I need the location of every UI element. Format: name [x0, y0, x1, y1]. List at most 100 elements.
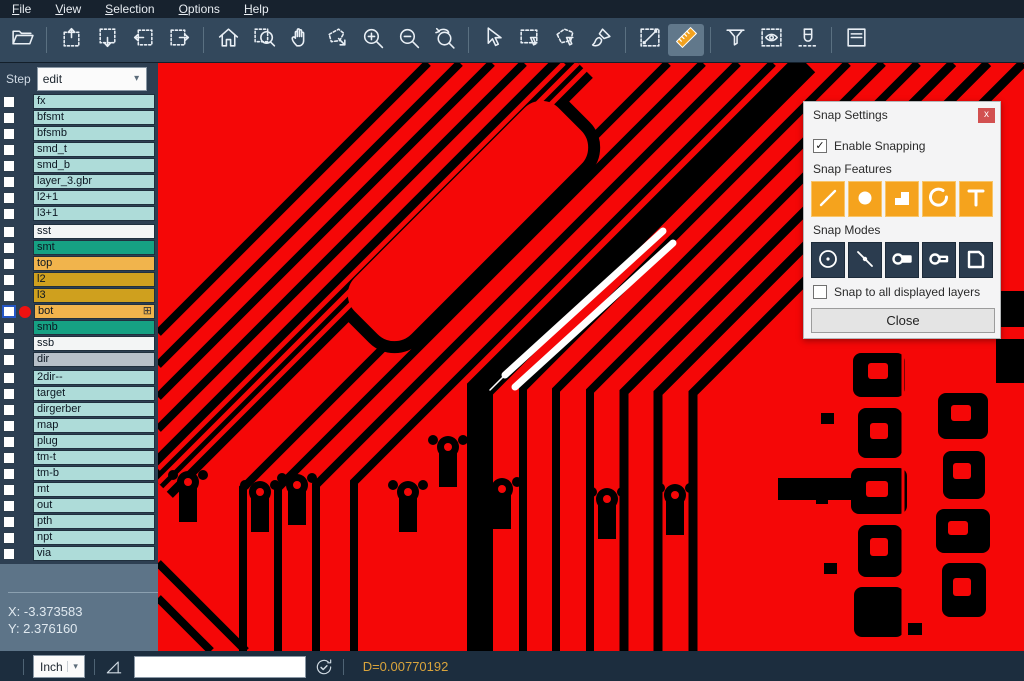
layer-row-out[interactable]: out — [0, 498, 158, 513]
select-rectangle-button[interactable] — [511, 24, 547, 56]
layer-row-plug[interactable]: plug — [0, 434, 158, 449]
layer-name-smt[interactable]: smt — [33, 240, 155, 255]
layer-visibility-checkbox[interactable] — [3, 226, 15, 238]
zoom-out-button[interactable] — [390, 24, 426, 56]
layer-name-smb[interactable]: smb — [33, 320, 155, 335]
menu-item-view[interactable]: View — [43, 0, 93, 18]
layer-name-npt[interactable]: npt — [33, 530, 155, 545]
layer-row-l3[interactable]: l3 — [0, 288, 158, 303]
layer-visibility-checkbox[interactable] — [3, 112, 15, 124]
layer-row-sst[interactable]: sst — [0, 224, 158, 239]
layer-visibility-checkbox[interactable] — [3, 484, 15, 496]
layer-row-map[interactable]: map — [0, 418, 158, 433]
layer-name-tm-t[interactable]: tm-t — [33, 450, 155, 465]
layer-name-smd_b[interactable]: smd_b — [33, 158, 155, 173]
arc-snap-button[interactable] — [922, 181, 956, 217]
layer-name-target[interactable]: target — [33, 386, 155, 401]
layer-visibility-checkbox[interactable] — [3, 176, 15, 188]
layer-row-top[interactable]: top — [0, 256, 158, 271]
layers-panel-button[interactable] — [838, 24, 874, 56]
layer-row-bfsmb[interactable]: bfsmb — [0, 126, 158, 141]
layer-row-mt[interactable]: mt — [0, 482, 158, 497]
angle-measure-icon[interactable] — [104, 657, 124, 677]
layer-row-2dir--[interactable]: 2dir-- — [0, 370, 158, 385]
layer-name-dirgerber[interactable]: dirgerber — [33, 402, 155, 417]
layer-row-via[interactable]: via — [0, 546, 158, 561]
layer-row-l2+1[interactable]: l2+1 — [0, 190, 158, 205]
layer-name-plug[interactable]: plug — [33, 434, 155, 449]
menu-item-file[interactable]: File — [0, 0, 43, 18]
layer-visibility-checkbox[interactable] — [3, 322, 15, 334]
layer-visibility-checkbox[interactable] — [3, 96, 15, 108]
layer-row-bfsmt[interactable]: bfsmt — [0, 110, 158, 125]
menu-item-help[interactable]: Help — [232, 0, 281, 18]
layer-row-target[interactable]: target — [0, 386, 158, 401]
layer-name-2dir--[interactable]: 2dir-- — [33, 370, 155, 385]
zoom-window-button[interactable] — [246, 24, 282, 56]
layer-row-smb[interactable]: smb — [0, 320, 158, 335]
layer-row-tm-t[interactable]: tm-t — [0, 450, 158, 465]
pan-button[interactable] — [282, 24, 318, 56]
layer-row-bot[interactable]: bot⊞ — [0, 304, 158, 319]
all-layers-checkbox[interactable] — [813, 285, 827, 299]
layer-active-indicator[interactable] — [16, 306, 34, 318]
layer-visibility-checkbox[interactable] — [3, 242, 15, 254]
text-snap-button[interactable] — [959, 181, 993, 217]
midpoint-snap-button[interactable] — [848, 242, 882, 278]
layer-name-pth[interactable]: pth — [33, 514, 155, 529]
layer-name-bot[interactable]: bot⊞ — [34, 304, 155, 319]
view-region-button[interactable] — [753, 24, 789, 56]
layer-visibility-checkbox[interactable] — [3, 516, 15, 528]
pad-snap-button[interactable] — [848, 181, 882, 217]
layer-name-sst[interactable]: sst — [33, 224, 155, 239]
layer-row-fx[interactable]: fx — [0, 94, 158, 109]
layer-row-l3+1[interactable]: l3+1 — [0, 206, 158, 221]
layer-visibility-checkbox[interactable] — [2, 305, 16, 318]
layer-row-layer_3.gbr[interactable]: layer_3.gbr — [0, 174, 158, 189]
layer-name-layer_3.gbr[interactable]: layer_3.gbr — [33, 174, 155, 189]
layer-visibility-checkbox[interactable] — [3, 532, 15, 544]
layer-visibility-checkbox[interactable] — [3, 548, 15, 560]
units-select[interactable]: Inch ▾ — [33, 655, 85, 678]
layer-visibility-checkbox[interactable] — [3, 274, 15, 286]
layer-visibility-checkbox[interactable] — [3, 128, 15, 140]
step-dropdown[interactable]: edit ▾ — [37, 67, 147, 91]
ruler-button[interactable] — [668, 24, 704, 56]
layer-name-l2+1[interactable]: l2+1 — [33, 190, 155, 205]
layer-row-smd_b[interactable]: smd_b — [0, 158, 158, 173]
menu-item-options[interactable]: Options — [167, 0, 232, 18]
shift-view-right-button[interactable] — [161, 24, 197, 56]
layer-visibility-checkbox[interactable] — [3, 160, 15, 172]
layer-name-mt[interactable]: mt — [33, 482, 155, 497]
close-icon[interactable]: x — [978, 108, 995, 123]
shift-view-down-button[interactable] — [89, 24, 125, 56]
layer-visibility-checkbox[interactable] — [3, 290, 15, 302]
layer-name-l2[interactable]: l2 — [33, 272, 155, 287]
layer-name-top[interactable]: top — [33, 256, 155, 271]
menu-item-selection[interactable]: Selection — [93, 0, 166, 18]
layer-visibility-checkbox[interactable] — [3, 468, 15, 480]
layer-name-smd_t[interactable]: smd_t — [33, 142, 155, 157]
layer-name-dir[interactable]: dir — [33, 352, 155, 367]
snap-button[interactable] — [789, 24, 825, 56]
zoom-in-button[interactable] — [354, 24, 390, 56]
command-input[interactable] — [134, 656, 306, 678]
home-view-button[interactable] — [210, 24, 246, 56]
open-button[interactable] — [4, 24, 40, 56]
layer-visibility-checkbox[interactable] — [3, 354, 15, 366]
layer-name-l3+1[interactable]: l3+1 — [33, 206, 155, 221]
layer-name-l3[interactable]: l3 — [33, 288, 155, 303]
layer-row-smt[interactable]: smt — [0, 240, 158, 255]
close-button[interactable]: Close — [811, 308, 995, 333]
shift-view-up-button[interactable] — [53, 24, 89, 56]
layer-visibility-checkbox[interactable] — [3, 500, 15, 512]
shift-view-left-button[interactable] — [125, 24, 161, 56]
grid-icon[interactable]: ⊞ — [143, 305, 152, 318]
layer-visibility-checkbox[interactable] — [3, 452, 15, 464]
layer-visibility-checkbox[interactable] — [3, 388, 15, 400]
line-snap-button[interactable] — [811, 181, 845, 217]
layer-row-tm-b[interactable]: tm-b — [0, 466, 158, 481]
layer-visibility-checkbox[interactable] — [3, 372, 15, 384]
layer-row-pth[interactable]: pth — [0, 514, 158, 529]
layer-name-bfsmt[interactable]: bfsmt — [33, 110, 155, 125]
